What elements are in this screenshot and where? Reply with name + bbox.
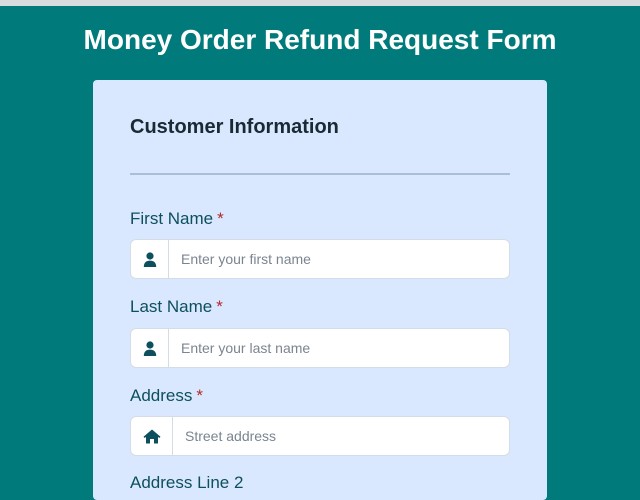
address-line-2-label-text: Address Line 2	[130, 473, 244, 492]
first-name-addon	[131, 240, 169, 278]
address-label-text: Address	[130, 386, 193, 405]
address-input-group	[130, 416, 510, 456]
first-name-label: First Name *	[130, 208, 224, 230]
last-name-input-group	[130, 328, 510, 368]
address-label: Address *	[130, 385, 203, 407]
last-name-label-text: Last Name	[130, 297, 213, 316]
required-mark: *	[216, 297, 223, 316]
home-icon	[143, 429, 160, 443]
address-addon	[131, 417, 173, 455]
first-name-input[interactable]	[169, 240, 509, 278]
last-name-addon	[131, 329, 169, 367]
last-name-label: Last Name *	[130, 296, 223, 318]
section-divider	[130, 173, 510, 175]
browser-top-bar	[0, 0, 640, 6]
first-name-label-text: First Name	[130, 209, 214, 228]
required-mark: *	[217, 209, 224, 228]
form-card: Customer Information First Name* Last Na…	[93, 80, 547, 500]
user-icon	[143, 340, 156, 356]
first-name-input-group	[130, 239, 510, 279]
last-name-input[interactable]	[169, 329, 509, 367]
section-title: Customer Information	[130, 116, 339, 138]
user-icon	[143, 251, 156, 267]
address-input[interactable]	[173, 417, 509, 455]
address-line-2-label: Address Line 2	[130, 472, 243, 494]
page-title: Money Order Refund Request Form	[83, 24, 557, 55]
required-mark: *	[196, 386, 203, 405]
